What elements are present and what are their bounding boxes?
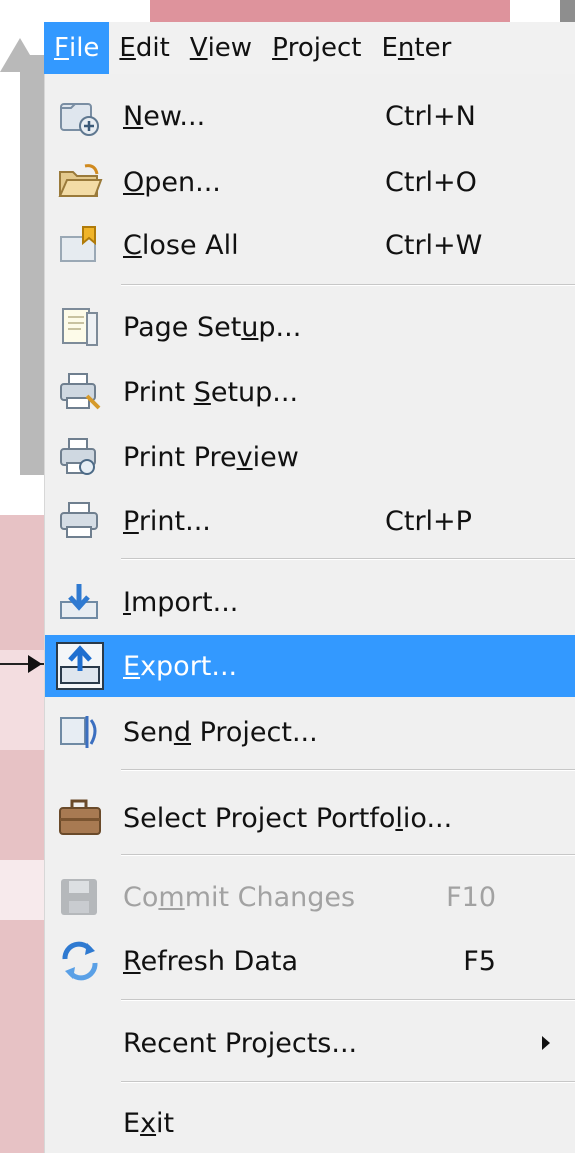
- menu-file[interactable]: File: [44, 22, 110, 74]
- menu-item-commit-changes: Commit Changes F10: [45, 866, 575, 928]
- menu-view[interactable]: View: [180, 22, 262, 74]
- mnemonic: P: [272, 33, 288, 63]
- menu-label-rest: roject: [287, 33, 362, 63]
- print-setup-icon: [51, 365, 109, 419]
- menu-label-rest: ter: [414, 33, 452, 63]
- menu-label-rest: E: [381, 33, 398, 63]
- page-setup-icon: [51, 300, 109, 354]
- menu-item-label: Print Setup...: [123, 376, 299, 408]
- menu-separator: [121, 999, 575, 1001]
- menu-item-select-project-portfolio[interactable]: Select Project Portfolio...: [45, 787, 575, 849]
- menu-item-label: Close All: [123, 229, 239, 261]
- menu-separator: [121, 1081, 575, 1083]
- shortcut-label: F10: [446, 881, 496, 913]
- menu-label-rest: ile: [68, 33, 100, 63]
- mnemonic: V: [189, 33, 208, 63]
- shortcut-label: F5: [463, 945, 496, 977]
- shortcut-label: Ctrl+N: [385, 100, 476, 132]
- backdrop-decor: [0, 860, 44, 920]
- menu-item-new[interactable]: New... Ctrl+N: [45, 85, 575, 147]
- menu-item-label: Recent Projects...: [123, 1027, 358, 1059]
- file-menu-dropdown: New... Ctrl+N Open... Ctrl+O Close All C…: [44, 74, 575, 1153]
- menu-item-label: New...: [123, 100, 206, 132]
- menu-item-label: Print...: [123, 505, 211, 537]
- close-all-icon: [51, 218, 109, 272]
- menu-item-print-setup[interactable]: Print Setup...: [45, 361, 575, 423]
- menu-item-label: Print Preview: [123, 441, 299, 473]
- menu-label-rest: dit: [135, 33, 170, 63]
- refresh-icon: [51, 934, 109, 988]
- menu-item-label: Import...: [123, 586, 239, 618]
- menu-item-refresh-data[interactable]: Refresh Data F5: [45, 930, 575, 992]
- menu-item-exit[interactable]: Exit: [45, 1092, 575, 1154]
- print-preview-icon: [51, 430, 109, 484]
- menu-item-label: Select Project Portfolio...: [123, 802, 453, 834]
- portfolio-briefcase-icon: [51, 791, 109, 845]
- menu-item-label: Refresh Data: [123, 945, 299, 977]
- menu-item-open[interactable]: Open... Ctrl+O: [45, 151, 575, 213]
- menu-separator: [121, 284, 575, 286]
- menu-item-print[interactable]: Print... Ctrl+P: [45, 490, 575, 552]
- submenu-arrow-icon: [542, 1036, 550, 1050]
- menu-separator: [121, 558, 575, 560]
- menu-enter[interactable]: En ter: [371, 22, 461, 74]
- menu-item-label: Send Project...: [123, 716, 318, 748]
- menu-item-label: Page Setup...: [123, 311, 302, 343]
- menu-item-label: Open...: [123, 166, 221, 198]
- menu-edit[interactable]: Edit: [109, 22, 179, 74]
- mnemonic: F: [54, 33, 69, 63]
- open-folder-icon: [51, 155, 109, 209]
- export-icon: [51, 639, 109, 693]
- import-icon: [51, 575, 109, 629]
- menu-item-import[interactable]: Import...: [45, 571, 575, 633]
- printer-icon: [51, 494, 109, 548]
- menu-item-close-all[interactable]: Close All Ctrl+W: [45, 214, 575, 276]
- mnemonic: E: [119, 33, 136, 63]
- save-disk-icon: [51, 870, 109, 924]
- new-project-icon: [51, 89, 109, 143]
- mnemonic: n: [397, 33, 415, 63]
- shortcut-label: Ctrl+O: [385, 166, 477, 198]
- menu-separator: [121, 769, 575, 771]
- menu-separator: [121, 854, 575, 856]
- menu-item-send-project[interactable]: Send Project...: [45, 701, 575, 763]
- shortcut-label: Ctrl+P: [385, 505, 472, 537]
- shortcut-label: Ctrl+W: [385, 229, 483, 261]
- menu-item-label: Exit: [123, 1107, 175, 1139]
- menu-item-recent-projects[interactable]: Recent Projects...: [45, 1012, 575, 1074]
- menu-item-export[interactable]: Export...: [45, 635, 575, 697]
- menu-project[interactable]: Project: [262, 22, 371, 74]
- menu-item-label: Commit Changes: [123, 881, 356, 913]
- send-project-icon: [51, 705, 109, 759]
- menu-label-rest: iew: [207, 33, 253, 63]
- menu-item-print-preview[interactable]: Print Preview: [45, 426, 575, 488]
- backdrop-decor: [0, 515, 44, 1153]
- menu-item-label: Export...: [123, 650, 238, 682]
- menu-item-page-setup[interactable]: Page Setup...: [45, 296, 575, 358]
- menu-bar: File Edit View Project En ter: [44, 22, 575, 74]
- pointer-arrow-icon: [28, 655, 42, 673]
